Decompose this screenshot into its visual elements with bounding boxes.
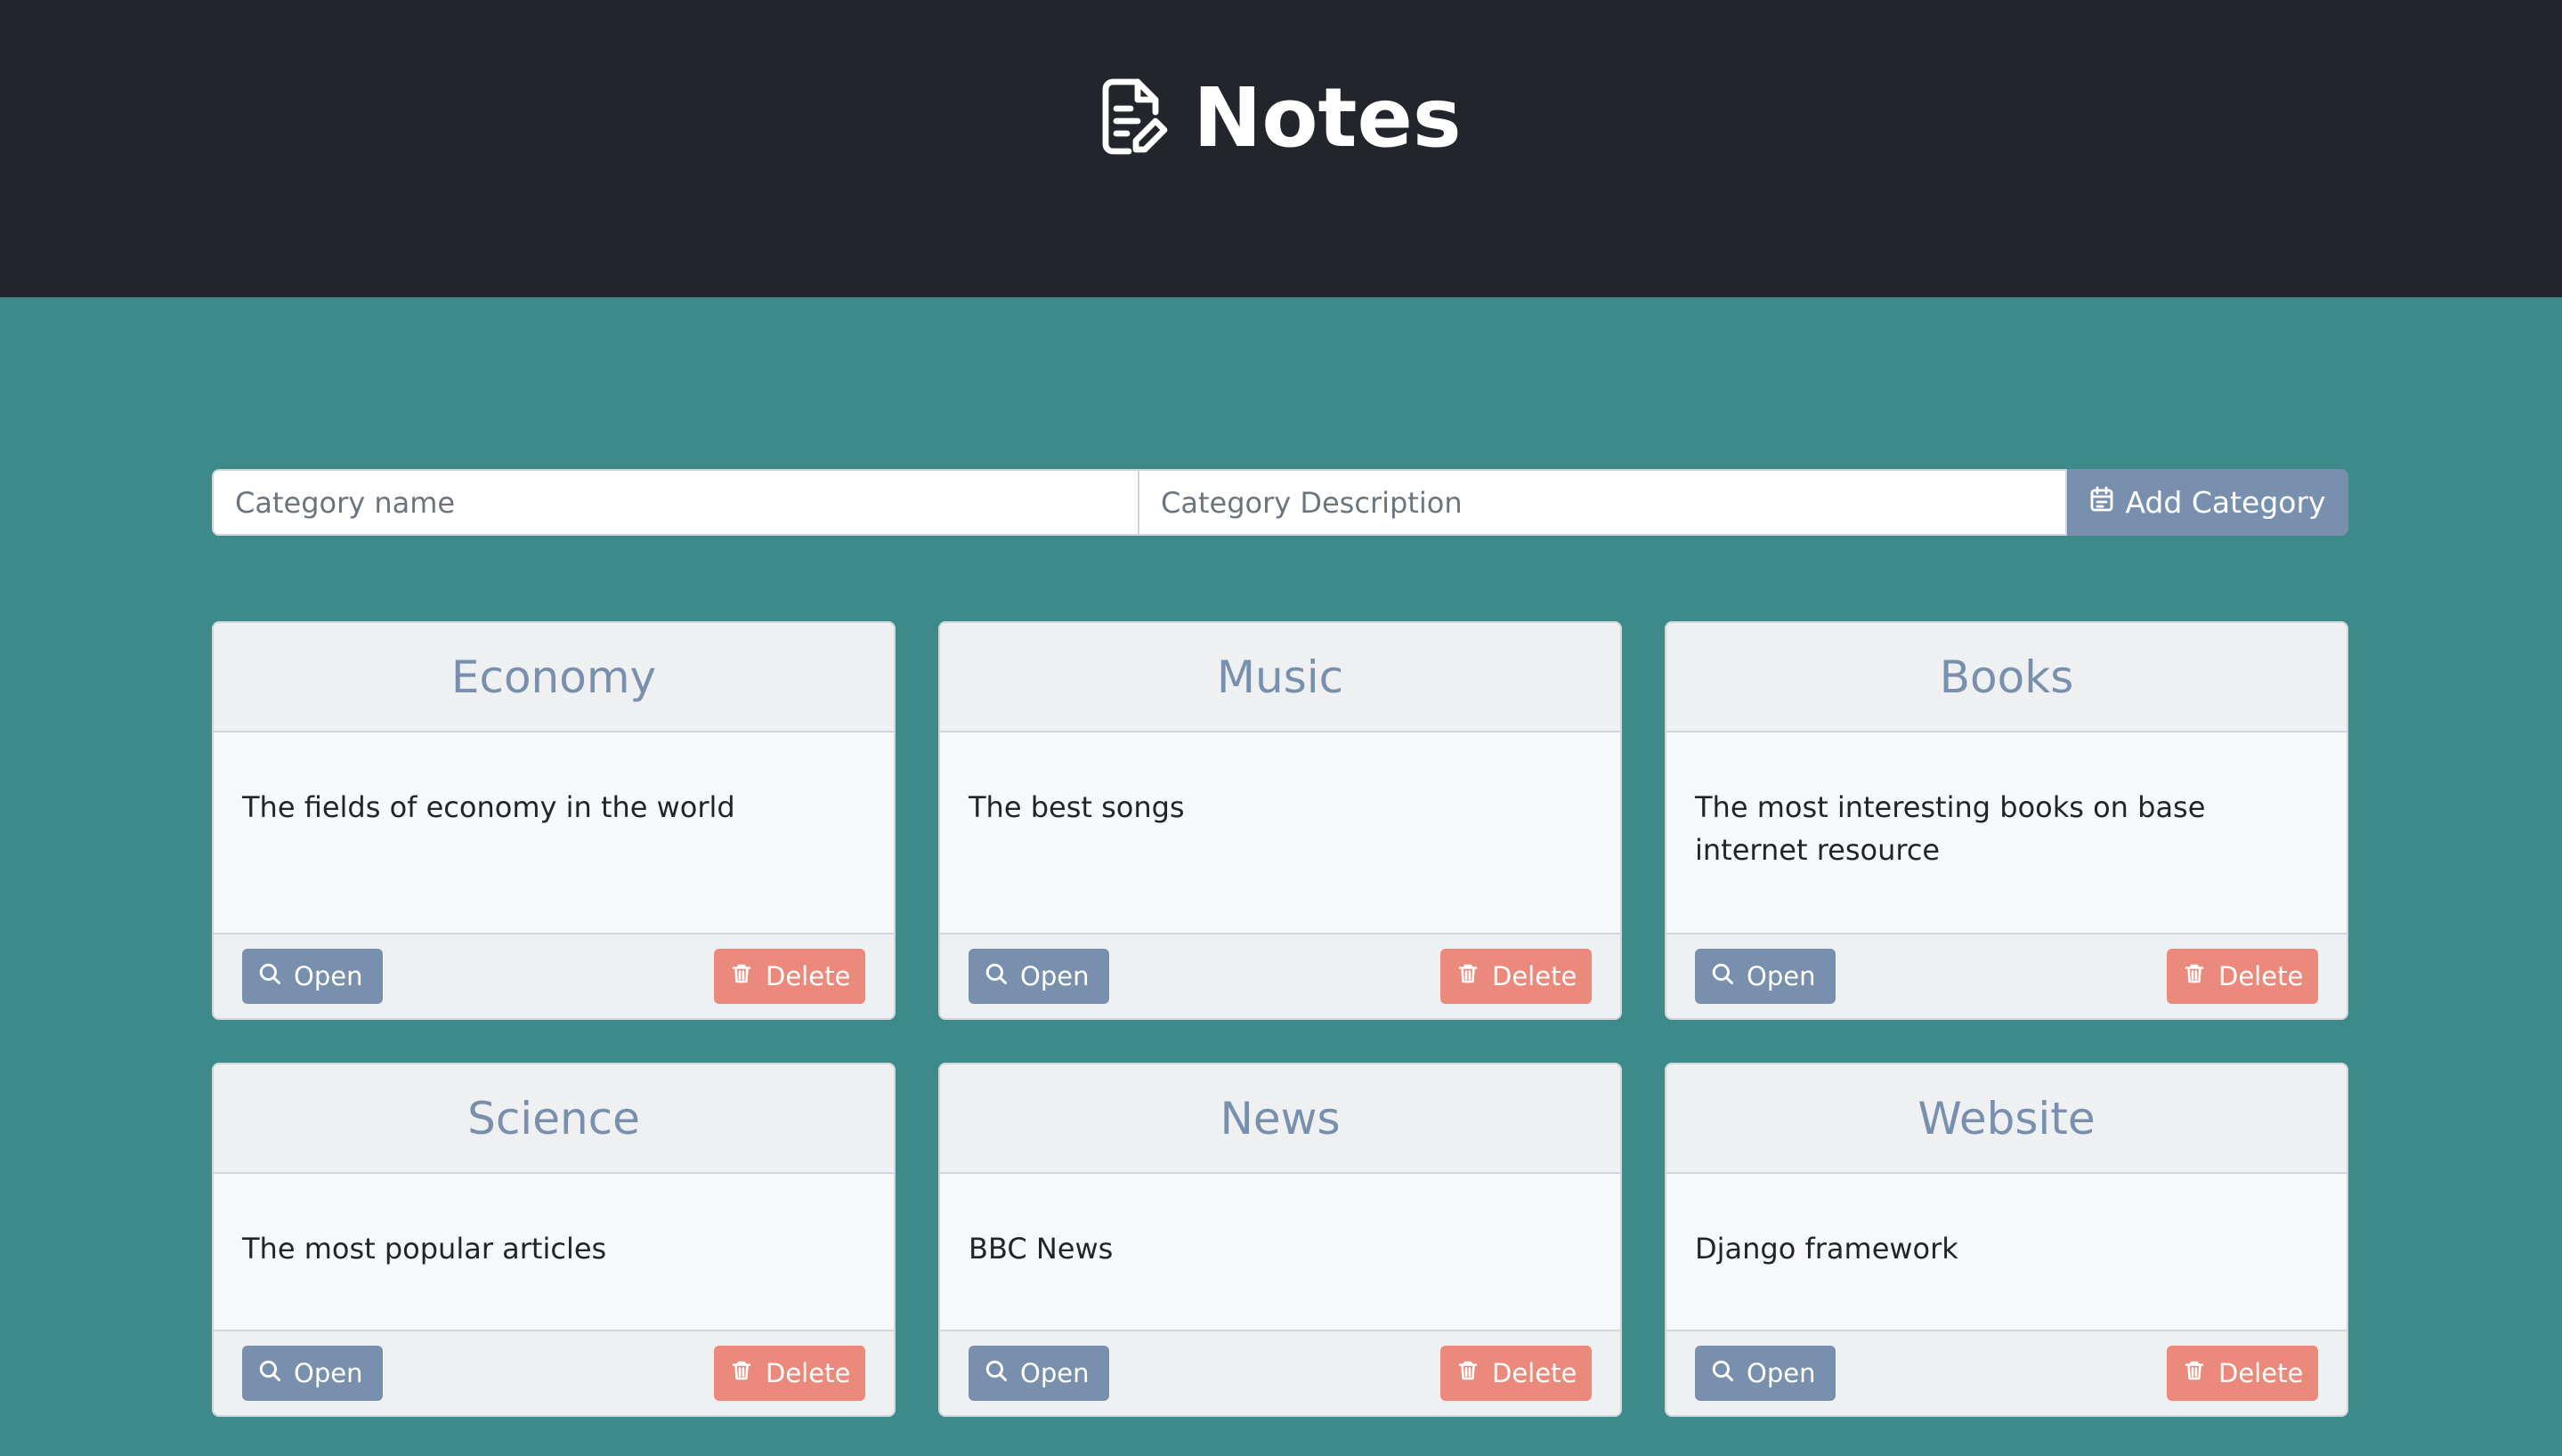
card-description: The fields of economy in the world xyxy=(242,790,735,824)
category-card: Music The best songs Open Delete xyxy=(938,621,1622,1020)
open-button[interactable]: Open xyxy=(969,1346,1109,1401)
trash-icon xyxy=(2183,1358,2206,1388)
card-footer: Open Delete xyxy=(214,933,894,1018)
card-footer: Open Delete xyxy=(940,1330,1620,1415)
delete-button[interactable]: Delete xyxy=(2167,1346,2318,1401)
open-button[interactable]: Open xyxy=(1695,949,1836,1004)
top-header: Notes xyxy=(0,0,2562,297)
search-icon xyxy=(985,961,1008,991)
brand: Notes xyxy=(0,69,2562,167)
add-category-label: Add Category xyxy=(2125,485,2326,520)
search-icon xyxy=(258,1358,281,1388)
card-title: Website xyxy=(1917,1092,2096,1145)
calendar-icon xyxy=(2089,485,2114,520)
delete-button[interactable]: Delete xyxy=(2167,949,2318,1004)
open-label: Open xyxy=(1020,961,1090,991)
delete-label: Delete xyxy=(1492,961,1577,991)
card-description: The most popular articles xyxy=(242,1232,607,1266)
category-name-input[interactable] xyxy=(212,469,1139,536)
delete-button[interactable]: Delete xyxy=(714,949,865,1004)
delete-button[interactable]: Delete xyxy=(1440,1346,1592,1401)
open-button[interactable]: Open xyxy=(242,1346,383,1401)
delete-button[interactable]: Delete xyxy=(1440,949,1592,1004)
search-icon xyxy=(258,961,281,991)
open-button[interactable]: Open xyxy=(242,949,383,1004)
trash-icon xyxy=(730,1358,753,1388)
delete-label: Delete xyxy=(2218,961,2304,991)
card-header: Science xyxy=(214,1064,894,1174)
delete-label: Delete xyxy=(2218,1358,2304,1388)
trash-icon xyxy=(2183,961,2206,991)
add-category-form: Add Category xyxy=(212,469,2348,536)
card-title: Books xyxy=(1939,651,2074,703)
card-footer: Open Delete xyxy=(214,1330,894,1415)
delete-label: Delete xyxy=(1492,1358,1577,1388)
card-header: Books xyxy=(1666,623,2347,732)
card-header: Music xyxy=(940,623,1620,732)
open-label: Open xyxy=(1020,1358,1090,1388)
delete-label: Delete xyxy=(766,1358,851,1388)
card-footer: Open Delete xyxy=(1666,933,2347,1018)
category-card: Website Django framework Open Delete xyxy=(1665,1063,2348,1417)
search-icon xyxy=(985,1358,1008,1388)
open-label: Open xyxy=(294,1358,363,1388)
trash-icon xyxy=(1456,961,1480,991)
card-title: News xyxy=(1220,1092,1341,1145)
search-icon xyxy=(1711,1358,1734,1388)
open-label: Open xyxy=(294,961,363,991)
trash-icon xyxy=(1456,1358,1480,1388)
trash-icon xyxy=(730,961,753,991)
delete-button[interactable]: Delete xyxy=(714,1346,865,1401)
category-card: News BBC News Open Delete xyxy=(938,1063,1622,1417)
card-description: BBC News xyxy=(969,1232,1114,1266)
delete-label: Delete xyxy=(766,961,851,991)
card-description: The best songs xyxy=(969,790,1185,824)
card-header: Economy xyxy=(214,623,894,732)
card-footer: Open Delete xyxy=(1666,1330,2347,1415)
search-icon xyxy=(1711,961,1734,991)
open-label: Open xyxy=(1747,961,1816,991)
category-card: Books The most interesting books on base… xyxy=(1665,621,2348,1020)
open-button[interactable]: Open xyxy=(1695,1346,1836,1401)
file-edit-icon xyxy=(1100,78,1168,158)
card-header: News xyxy=(940,1064,1620,1174)
category-card: Science The most popular articles Open D… xyxy=(212,1063,896,1417)
card-footer: Open Delete xyxy=(940,933,1620,1018)
page-title: Notes xyxy=(1193,70,1462,166)
open-label: Open xyxy=(1747,1358,1816,1388)
category-description-input[interactable] xyxy=(1139,469,2067,536)
category-card: Economy The fields of economy in the wor… xyxy=(212,621,896,1020)
card-title: Science xyxy=(467,1092,640,1145)
card-header: Website xyxy=(1666,1064,2347,1174)
card-title: Economy xyxy=(450,651,657,703)
add-category-button[interactable]: Add Category xyxy=(2067,469,2348,536)
open-button[interactable]: Open xyxy=(969,949,1109,1004)
card-title: Music xyxy=(1216,651,1344,703)
card-description: Django framework xyxy=(1695,1232,1958,1266)
card-description: The most interesting books on base inter… xyxy=(1695,790,2206,867)
